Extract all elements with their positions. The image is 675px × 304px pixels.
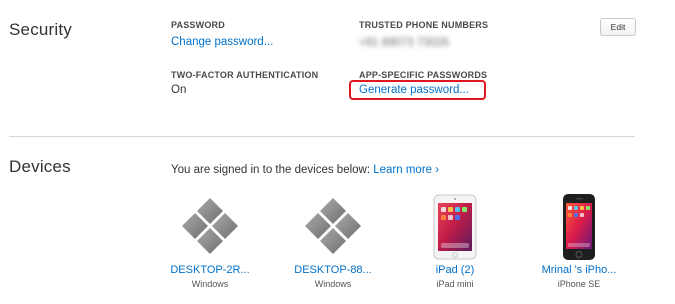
section-divider [9,136,635,137]
device-name[interactable]: iPad (2) [395,264,515,276]
devices-intro: You are signed in to the devices below: … [171,164,439,176]
trusted-phone-number-value: +91 89073 73026 [359,37,449,49]
device-model: iPad mini [436,279,474,289]
app-specific-passwords-label: APP-SPECIFIC PASSWORDS [359,70,488,80]
device-name[interactable]: Mrinal 's iPho... [519,264,639,276]
device-name[interactable]: DESKTOP-2R... [150,264,270,276]
trusted-phone-numbers-label: TRUSTED PHONE NUMBERS [359,20,489,30]
device-model: Windows [314,279,352,289]
device-item-ipad[interactable]: iPad (2) iPad mini [395,190,515,289]
device-model: iPhone SE [557,279,601,289]
password-label: PASSWORD [171,20,225,30]
change-password-link[interactable]: Change password... [171,36,273,48]
device-name[interactable]: DESKTOP-88... [273,264,393,276]
learn-more-link[interactable]: Learn more › [373,164,439,176]
devices-intro-text: You are signed in to the devices below: [171,164,374,176]
two-factor-authentication-label: TWO-FACTOR AUTHENTICATION [171,70,319,80]
device-item-desktop-2[interactable]: DESKTOP-88... Windows [273,190,393,289]
security-section-title: Security [9,20,73,39]
windows-pc-icon [150,190,270,264]
devices-section-title: Devices [9,157,71,176]
windows-pc-icon [273,190,393,264]
two-factor-status-value: On [171,84,187,96]
device-item-desktop-1[interactable]: DESKTOP-2R... Windows [150,190,270,289]
device-item-iphone[interactable]: Mrinal 's iPho... iPhone SE [519,190,639,289]
iphone-icon [519,190,639,264]
ipad-icon [395,190,515,264]
device-model: Windows [191,279,229,289]
edit-button[interactable]: Edit [600,18,636,36]
generate-password-link[interactable]: Generate password... [359,84,469,96]
